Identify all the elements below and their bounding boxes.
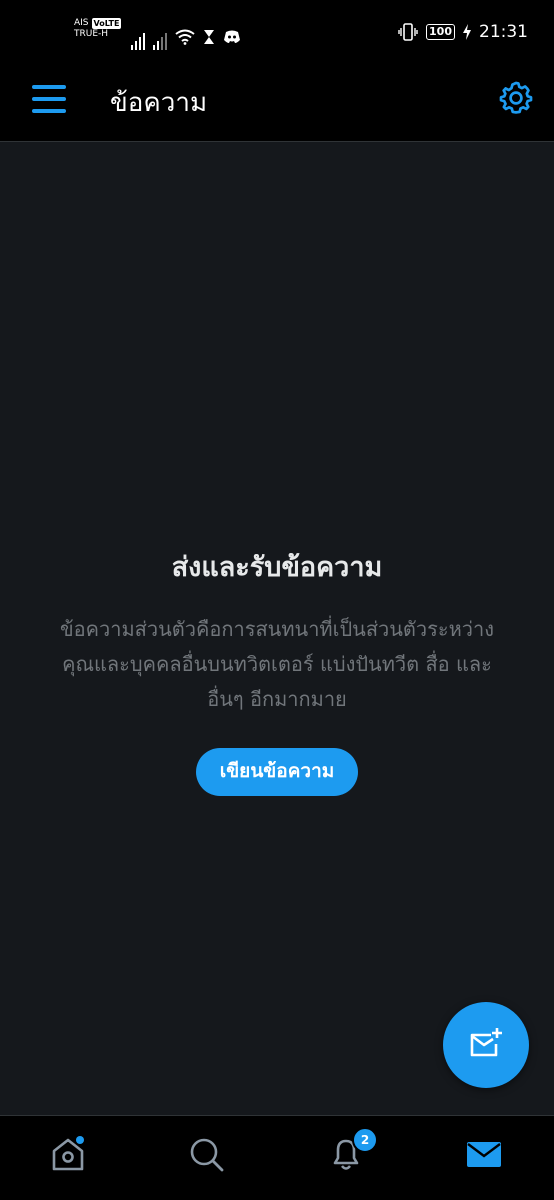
signal-icon bbox=[153, 26, 168, 50]
hourglass-icon bbox=[204, 30, 215, 44]
carrier-info: AIS VoLTE TRUE-H bbox=[74, 18, 122, 40]
app-header: ข้อความ bbox=[0, 60, 554, 142]
page-title: ข้อความ bbox=[110, 88, 208, 118]
status-right: 100 21:31 bbox=[398, 22, 528, 42]
empty-state-title: ส่งและรับข้อความ bbox=[171, 552, 383, 583]
carrier-bottom: TRUE-H bbox=[74, 29, 109, 39]
new-message-icon bbox=[470, 1028, 502, 1057]
gear-icon[interactable] bbox=[498, 80, 534, 116]
empty-state: ส่งและรับข้อความ ข้อความส่วนตัวคือการสนท… bbox=[0, 545, 554, 796]
discord-icon bbox=[224, 30, 241, 43]
mail-icon bbox=[467, 1142, 501, 1167]
screen: AIS VoLTE TRUE-H 100 21:31 ข้อความ ส่งแล… bbox=[0, 0, 554, 1200]
empty-state-description: ข้อความส่วนตัวคือการสนทนาที่เป็นส่วนตัวร… bbox=[27, 612, 527, 717]
carrier-top: AIS bbox=[74, 18, 89, 28]
nav-notifications[interactable]: 2 bbox=[326, 1127, 378, 1178]
wifi-icon bbox=[175, 29, 196, 45]
signal-icon bbox=[131, 26, 146, 50]
description-line: อื่นๆ อีกมากมาย bbox=[207, 687, 347, 711]
status-bar: AIS VoLTE TRUE-H 100 21:31 bbox=[0, 0, 554, 60]
new-message-button[interactable] bbox=[443, 1002, 529, 1088]
search-icon bbox=[190, 1138, 224, 1172]
bottom-nav: 2 bbox=[0, 1115, 554, 1200]
status-left: AIS VoLTE TRUE-H bbox=[74, 18, 241, 50]
write-message-button[interactable]: เขียนข้อความ bbox=[195, 748, 359, 796]
battery-icon: 100 bbox=[426, 24, 455, 40]
charging-icon bbox=[463, 24, 471, 40]
nav-home[interactable] bbox=[48, 1134, 92, 1178]
vibrate-icon bbox=[398, 23, 418, 41]
home-notification-dot bbox=[76, 1136, 84, 1144]
description-line: คุณและบุคคลอื่นบนทวิตเตอร์ แบ่งปันทวีต ส… bbox=[62, 652, 492, 676]
menu-icon[interactable] bbox=[32, 82, 66, 116]
nav-messages[interactable] bbox=[464, 1134, 508, 1178]
description-line: ข้อความส่วนตัวคือการสนทนาที่เป็นส่วนตัวร… bbox=[59, 617, 495, 641]
nav-search[interactable] bbox=[186, 1134, 230, 1178]
clock: 21:31 bbox=[479, 22, 528, 42]
notification-badge: 2 bbox=[352, 1127, 378, 1153]
volte-badge: VoLTE bbox=[91, 18, 122, 29]
